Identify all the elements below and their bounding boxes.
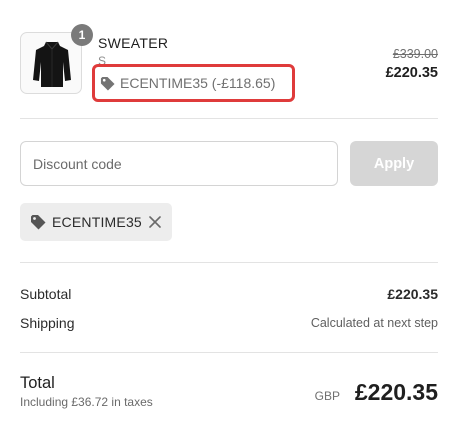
- product-name: SWEATER: [98, 35, 169, 51]
- divider: [20, 262, 438, 263]
- applied-discount-label: ECENTIME35 (-£118.65): [120, 75, 276, 91]
- discount-chip: ECENTIME35: [20, 203, 172, 241]
- quantity-badge: 1: [71, 24, 93, 46]
- product-applied-discount: ECENTIME35 (-£118.65): [100, 75, 275, 91]
- currency-code: GBP: [314, 389, 340, 403]
- divider: [20, 118, 438, 119]
- shipping-value: Calculated at next step: [310, 316, 438, 330]
- apply-button[interactable]: Apply: [350, 141, 438, 186]
- product-variant: S: [98, 54, 107, 64]
- current-price: £220.35: [385, 65, 438, 81]
- sweater-image: [33, 41, 71, 87]
- discount-code-input[interactable]: [20, 141, 338, 186]
- shipping-label: Shipping: [20, 315, 75, 331]
- total-value: £220.35: [354, 379, 438, 405]
- divider: [20, 352, 438, 353]
- tag-icon: [30, 214, 46, 230]
- close-icon[interactable]: [148, 215, 162, 229]
- original-price: £339.00: [392, 47, 438, 61]
- subtotal-label: Subtotal: [20, 286, 72, 302]
- tag-icon: [100, 76, 115, 91]
- total-label: Total: [20, 374, 55, 392]
- subtotal-value: £220.35: [387, 286, 438, 302]
- tax-note: Including £36.72 in taxes: [20, 395, 153, 409]
- discount-chip-label: ECENTIME35: [52, 214, 142, 230]
